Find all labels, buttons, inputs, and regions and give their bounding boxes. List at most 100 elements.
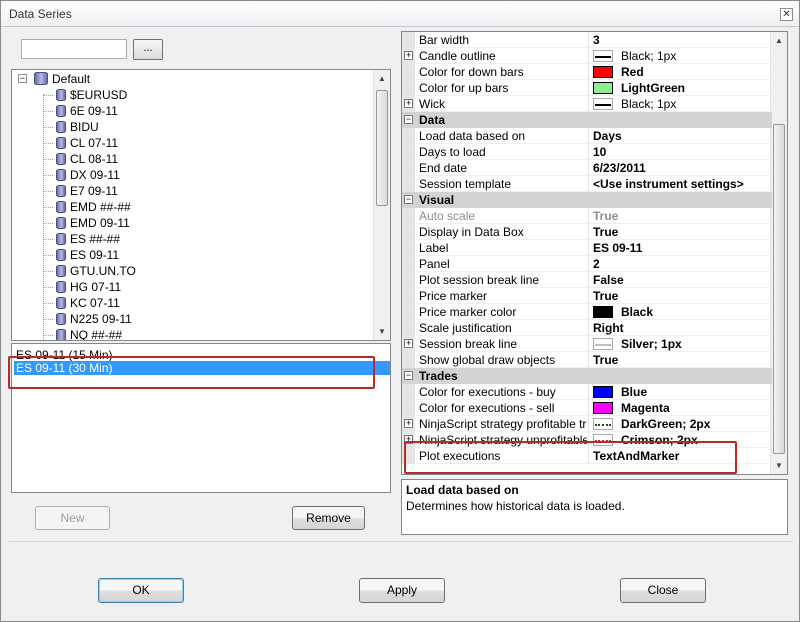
new-button[interactable]: New <box>35 506 110 530</box>
property-description: Load data based on Determines how histor… <box>401 479 788 535</box>
grid-row[interactable]: Session template <Use instrument settings… <box>402 176 772 192</box>
grid-row[interactable]: Panel 2 <box>402 256 772 272</box>
property-value[interactable]: Red <box>588 64 772 80</box>
instrument-search-input[interactable] <box>21 39 127 59</box>
grid-category-visual[interactable]: − Visual <box>402 192 772 208</box>
property-value[interactable]: 3 <box>588 32 772 48</box>
property-value[interactable]: True <box>588 208 772 224</box>
grid-row[interactable]: Label ES 09-11 <box>402 240 772 256</box>
close-button[interactable]: Close <box>620 578 706 603</box>
tree-item[interactable]: BIDU <box>56 119 99 135</box>
grid-category-trades[interactable]: − Trades <box>402 368 772 384</box>
scroll-thumb[interactable] <box>376 90 388 206</box>
property-value[interactable]: <Use instrument settings> <box>588 176 772 192</box>
property-value[interactable]: Black; 1px <box>588 96 772 112</box>
property-value[interactable]: False <box>588 272 772 288</box>
property-value[interactable]: Magenta <box>588 400 772 416</box>
tree-item[interactable]: N225 09-11 <box>56 311 132 327</box>
apply-button[interactable]: Apply <box>359 578 445 603</box>
property-value[interactable]: Right <box>588 320 772 336</box>
expand-icon[interactable]: + <box>404 339 413 348</box>
grid-row[interactable]: Show global draw objects True <box>402 352 772 368</box>
tree-item[interactable]: ES 09-11 <box>56 247 119 263</box>
scroll-down-icon[interactable]: ▼ <box>374 323 390 340</box>
tree-item[interactable]: E7 09-11 <box>56 183 118 199</box>
property-value[interactable]: True <box>588 288 772 304</box>
grid-scrollbar[interactable]: ▲ ▼ <box>770 32 787 474</box>
grid-row[interactable]: + Session break line Silver; 1px <box>402 336 772 352</box>
grid-row[interactable]: End date 6/23/2011 <box>402 160 772 176</box>
close-icon[interactable]: ✕ <box>780 8 793 21</box>
property-value[interactable]: Blue <box>588 384 772 400</box>
scroll-down-icon[interactable]: ▼ <box>771 457 787 474</box>
grid-row[interactable]: Auto scale True <box>402 208 772 224</box>
property-name: Show global draw objects <box>419 353 556 367</box>
line-style-swatch <box>593 338 613 350</box>
property-name: End date <box>419 161 468 175</box>
grid-row[interactable]: Price marker True <box>402 288 772 304</box>
property-value[interactable]: LightGreen <box>588 80 772 96</box>
tree-item[interactable]: CL 08-11 <box>56 151 118 167</box>
scroll-thumb[interactable] <box>773 124 785 454</box>
tree-guide-line <box>43 111 53 112</box>
collapse-icon[interactable]: − <box>18 74 27 83</box>
grid-row[interactable]: Color for executions - buy Blue <box>402 384 772 400</box>
tree-item[interactable]: 6E 09-11 <box>56 103 118 119</box>
ok-button[interactable]: OK <box>98 578 184 603</box>
browse-button[interactable]: ... <box>133 39 163 60</box>
scroll-up-icon[interactable]: ▲ <box>771 32 787 49</box>
grid-row[interactable]: + Wick Black; 1px <box>402 96 772 112</box>
property-value[interactable]: True <box>588 352 772 368</box>
grid-row[interactable]: Days to load 10 <box>402 144 772 160</box>
property-value[interactable]: Silver; 1px <box>588 336 772 352</box>
grid-row[interactable]: Plot session break line False <box>402 272 772 288</box>
expand-icon[interactable]: + <box>404 99 413 108</box>
grid-row[interactable]: Color for up bars LightGreen <box>402 80 772 96</box>
scroll-up-icon[interactable]: ▲ <box>374 70 390 87</box>
tree-item[interactable]: ES ##-## <box>56 231 120 247</box>
property-value-text: LightGreen <box>621 81 686 95</box>
tree-item[interactable]: $EURUSD <box>56 87 127 103</box>
grid-row[interactable]: Color for down bars Red <box>402 64 772 80</box>
property-value[interactable]: 2 <box>588 256 772 272</box>
grid-row[interactable]: Display in Data Box True <box>402 224 772 240</box>
tree-root-default[interactable]: Default <box>34 71 90 87</box>
tree-item[interactable]: DX 09-11 <box>56 167 120 183</box>
tree-item-label: HG 07-11 <box>70 280 122 294</box>
collapse-icon[interactable]: − <box>404 115 413 124</box>
property-value[interactable]: ES 09-11 <box>588 240 772 256</box>
grid-row[interactable]: Color for executions - sell Magenta <box>402 400 772 416</box>
expand-icon[interactable]: + <box>404 51 413 60</box>
tree-item[interactable]: CL 07-11 <box>56 135 118 151</box>
tree-item[interactable]: HG 07-11 <box>56 279 121 295</box>
property-grid[interactable]: ▲ ▼ Bar width 3 + Candle outline Black; 1px C… <box>401 31 788 475</box>
tree-item[interactable]: GTU.UN.TO <box>56 263 136 279</box>
property-value[interactable]: DarkGreen; 2px <box>588 416 772 432</box>
tree-item[interactable]: NQ ##-## <box>56 327 122 340</box>
grid-row[interactable]: Load data based on Days <box>402 128 772 144</box>
property-value[interactable]: True <box>588 224 772 240</box>
collapse-icon[interactable]: − <box>404 195 413 204</box>
property-value[interactable]: Days <box>588 128 772 144</box>
expand-icon[interactable]: + <box>404 419 413 428</box>
property-name: Color for down bars <box>419 65 524 79</box>
property-value[interactable]: Black <box>588 304 772 320</box>
grid-row[interactable]: Scale justification Right <box>402 320 772 336</box>
grid-row[interactable]: + Candle outline Black; 1px <box>402 48 772 64</box>
grid-row[interactable]: + NinjaScript strategy profitable trad Dar… <box>402 416 772 432</box>
property-value[interactable]: Black; 1px <box>588 48 772 64</box>
grid-row[interactable]: Price marker color Black <box>402 304 772 320</box>
collapse-icon[interactable]: − <box>404 371 413 380</box>
description-text: Determines how historical data is loaded… <box>406 499 625 513</box>
grid-category-data[interactable]: − Data <box>402 112 772 128</box>
tree-item[interactable]: KC 07-11 <box>56 295 120 311</box>
remove-button[interactable]: Remove <box>292 506 365 530</box>
tree-item[interactable]: EMD ##-## <box>56 199 131 215</box>
tree-item[interactable]: EMD 09-11 <box>56 215 130 231</box>
property-value[interactable]: 10 <box>588 144 772 160</box>
category-label: Trades <box>419 369 458 383</box>
property-value[interactable]: 6/23/2011 <box>588 160 772 176</box>
tree-scrollbar[interactable]: ▲ ▼ <box>373 70 390 340</box>
grid-row[interactable]: Bar width 3 <box>402 32 772 48</box>
instrument-tree[interactable]: − Default ▲ ▼ $EURUSD 6E 09-11 BIDU CL 07-1… <box>11 69 391 341</box>
